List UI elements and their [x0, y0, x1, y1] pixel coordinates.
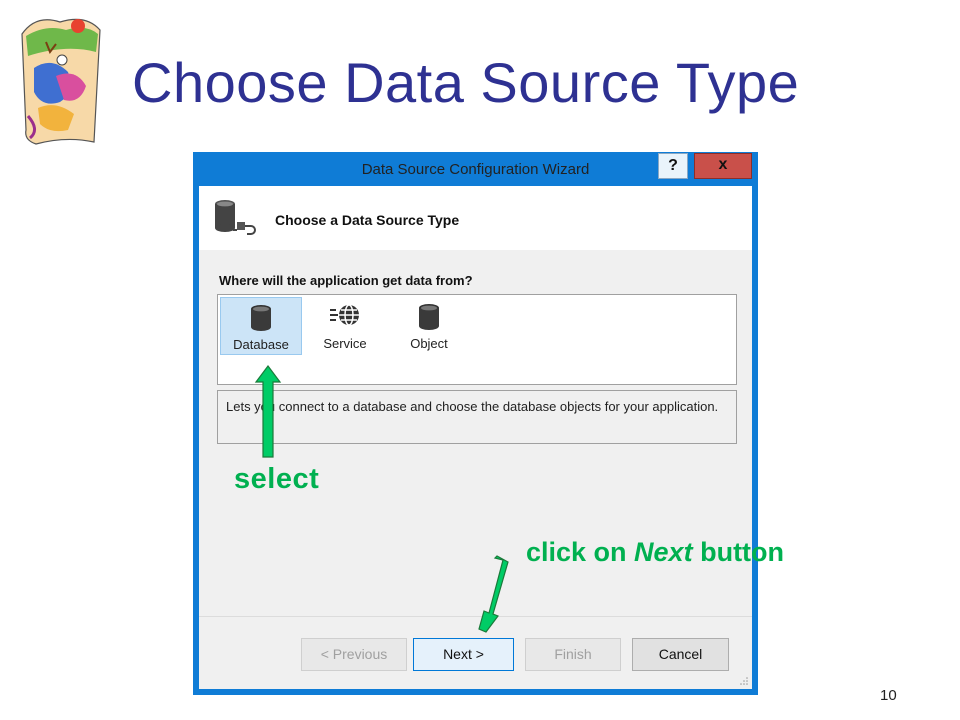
cancel-button[interactable]: Cancel — [632, 638, 729, 671]
type-object-label: Object — [410, 336, 448, 351]
service-globe-icon — [330, 304, 359, 326]
wizard-window: Data Source Configuration Wizard ? x Cho… — [193, 152, 758, 695]
type-object[interactable]: Object — [396, 297, 462, 355]
wizard-body: Choose a Data Source Type Where will the… — [199, 186, 752, 689]
type-description: Lets you connect to a database and choos… — [217, 390, 737, 444]
close-button[interactable]: x — [694, 153, 752, 179]
source-question: Where will the application get data from… — [219, 273, 473, 288]
wizard-header-title: Choose a Data Source Type — [275, 212, 460, 228]
object-cylinder-icon — [419, 304, 439, 330]
click-next-word: Next — [634, 537, 693, 567]
help-button[interactable]: ? — [658, 153, 688, 179]
previous-button[interactable]: < Previous — [301, 638, 407, 671]
footer-divider — [199, 616, 752, 617]
data-source-type-list: Database Service Object — [217, 294, 737, 385]
wizard-titlebar[interactable]: Data Source Configuration Wizard ? x — [193, 152, 758, 186]
type-service[interactable]: Service — [310, 297, 380, 355]
page-number: 10 — [880, 687, 897, 704]
type-database[interactable]: Database — [220, 297, 302, 355]
slide-title: Choose Data Source Type — [132, 51, 800, 114]
resize-grip-icon[interactable] — [740, 677, 748, 685]
type-database-label: Database — [233, 337, 289, 352]
wizard-header: Choose a Data Source Type — [199, 186, 752, 250]
select-annotation: select — [234, 463, 320, 495]
type-service-label: Service — [323, 336, 367, 351]
click-prefix: click on — [526, 537, 635, 567]
click-next-annotation: click on Next button — [526, 537, 784, 568]
database-connection-icon — [215, 200, 256, 235]
click-suffix: button — [692, 537, 785, 567]
next-button[interactable]: Next > — [413, 638, 514, 671]
clipart-logo — [21, 18, 101, 145]
database-icon — [251, 305, 271, 331]
finish-button[interactable]: Finish — [525, 638, 621, 671]
